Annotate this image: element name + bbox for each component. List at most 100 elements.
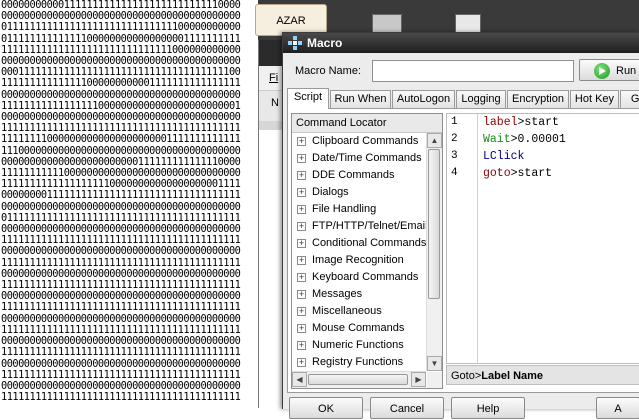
tab-script[interactable]: Script <box>287 88 329 109</box>
macro-name-input[interactable] <box>372 60 574 82</box>
script-argument: >start <box>510 167 553 180</box>
command-category-label: Messages <box>312 288 363 300</box>
script-line[interactable]: Wait>0.00001 <box>483 131 566 148</box>
script-line[interactable]: LClick <box>483 148 566 165</box>
command-hint-param: Label Name <box>481 370 544 382</box>
command-category-item[interactable]: + Numeric Functions <box>292 337 426 354</box>
command-category-label: Miscellaneous <box>312 305 382 317</box>
command-category-label: Registry Functions <box>312 356 404 368</box>
macro-app-icon <box>288 36 302 50</box>
command-category-item[interactable]: + Miscellaneous <box>292 303 426 320</box>
command-category-item[interactable]: + Image Recognition <box>292 252 426 269</box>
expand-plus-icon[interactable]: + <box>297 324 306 333</box>
tab-group[interactable]: Gro <box>620 90 639 108</box>
script-argument: >start <box>517 116 559 129</box>
expand-plus-icon[interactable]: + <box>297 222 306 231</box>
script-panel: Command Locator + Clipboard Commands + Date… <box>287 108 639 393</box>
macro-tabs: Script Run When AutoLogon Logging Encryp… <box>287 88 639 109</box>
line-number: 3 <box>451 150 458 162</box>
run-button[interactable]: Run <box>579 59 639 81</box>
script-command: LClick <box>483 150 525 163</box>
binary-text: 0000000000011111111111111111111111111100… <box>1 0 241 404</box>
scroll-up-icon[interactable]: ▲ <box>427 133 442 148</box>
command-category-item[interactable]: + Clipboard Commands <box>292 133 426 150</box>
expand-plus-icon[interactable]: + <box>297 171 306 180</box>
vscroll-thumb[interactable] <box>428 149 440 299</box>
command-category-item[interactable]: + Registry Functions <box>292 354 426 371</box>
line-number: 4 <box>451 167 458 179</box>
line-number: 2 <box>451 133 458 145</box>
command-category-item[interactable]: + Date/Time Commands <box>292 150 426 167</box>
command-category-label: Date/Time Commands <box>312 152 422 164</box>
extra-button[interactable]: A <box>596 397 639 419</box>
expand-plus-icon[interactable]: + <box>297 273 306 282</box>
expand-plus-icon[interactable]: + <box>297 358 306 367</box>
command-category-label: DDE Commands <box>312 169 395 181</box>
command-category-item[interactable]: + Dialogs <box>292 184 426 201</box>
command-category-item[interactable]: + FTP/HTTP/Telnet/Email <box>292 218 426 235</box>
script-command: label <box>483 116 518 129</box>
macro-name-label: Macro Name: <box>295 65 362 77</box>
command-category-label: Dialogs <box>312 186 349 198</box>
command-category-item[interactable]: + Keyboard Commands <box>292 269 426 286</box>
command-hint-prefix: Goto> <box>451 370 482 382</box>
macro-titlebar[interactable]: Macro <box>283 33 639 53</box>
scroll-left-icon[interactable]: ◀ <box>292 372 307 387</box>
help-button[interactable]: Help <box>451 397 525 419</box>
macro-name-row: Macro Name: Run <box>283 55 639 87</box>
script-editor[interactable]: 1234 label>start Wait>0.00001 LClick goto>s… <box>446 113 639 364</box>
command-category-label: Clipboard Commands <box>312 135 419 147</box>
tab-logging[interactable]: Logging <box>456 90 506 108</box>
command-category-item[interactable]: + Conditional Commands <box>292 235 426 252</box>
run-label: Run <box>616 65 637 77</box>
expand-plus-icon[interactable]: + <box>297 341 306 350</box>
tab-run-when[interactable]: Run When <box>330 90 391 108</box>
command-category-label: Conditional Commands <box>312 237 426 249</box>
scroll-down-icon[interactable]: ▼ <box>427 356 442 371</box>
command-category-label: Keyboard Commands <box>312 271 419 283</box>
command-locator: Command Locator + Clipboard Commands + Date… <box>291 113 443 389</box>
scroll-right-icon[interactable]: ▶ <box>411 372 426 387</box>
tab-encryption[interactable]: Encryption <box>507 90 569 108</box>
command-category-item[interactable]: + Messages <box>292 286 426 303</box>
command-list-vscrollbar[interactable]: ▲ ▼ <box>426 133 442 371</box>
expand-plus-icon[interactable]: + <box>297 205 306 214</box>
script-code[interactable]: label>start Wait>0.00001 LClick goto>start <box>483 114 566 182</box>
expand-plus-icon[interactable]: + <box>297 256 306 265</box>
ok-button[interactable]: OK <box>289 397 363 419</box>
line-number: 1 <box>451 116 458 128</box>
command-category-label: Image Recognition <box>312 254 404 266</box>
script-argument: >0.00001 <box>510 133 566 146</box>
script-line[interactable]: goto>start <box>483 165 566 182</box>
tab-autologon[interactable]: AutoLogon <box>392 90 455 108</box>
script-command: goto <box>483 167 511 180</box>
binary-text-area: 0000000000011111111111111111111111111100… <box>0 0 258 408</box>
menu-file-label: Fi <box>269 72 279 84</box>
command-category-item[interactable]: + Mouse Commands <box>292 320 426 337</box>
macro-title: Macro <box>307 36 343 50</box>
hscroll-thumb[interactable] <box>308 374 408 385</box>
script-command: Wait <box>483 133 511 146</box>
tab-hot-key[interactable]: Hot Key <box>570 90 619 108</box>
expand-plus-icon[interactable]: + <box>297 239 306 248</box>
command-list-hscrollbar[interactable]: ◀ ▶ <box>292 371 426 388</box>
script-line[interactable]: label>start <box>483 114 566 131</box>
play-icon <box>594 63 610 79</box>
expand-plus-icon[interactable]: + <box>297 290 306 299</box>
macro-window: Macro Macro Name: Run Script Run When Au… <box>282 32 639 419</box>
scroll-corner <box>427 372 442 388</box>
expand-plus-icon[interactable]: + <box>297 137 306 146</box>
command-hint: Goto>Label Name <box>446 365 639 385</box>
cancel-button[interactable]: Cancel <box>370 397 444 419</box>
command-category-label: File Handling <box>312 203 377 215</box>
command-category-label: FTP/HTTP/Telnet/Email <box>312 220 426 232</box>
command-list: + Clipboard Commands + Date/Time Commands + D… <box>292 133 426 371</box>
command-category-item[interactable]: + File Handling <box>292 201 426 218</box>
background-toolbar-label: N <box>271 97 279 109</box>
expand-plus-icon[interactable]: + <box>297 188 306 197</box>
expand-plus-icon[interactable]: + <box>297 307 306 316</box>
command-category-label: Numeric Functions <box>312 339 404 351</box>
command-category-item[interactable]: + DDE Commands <box>292 167 426 184</box>
expand-plus-icon[interactable]: + <box>297 154 306 163</box>
line-number-gutter: 1 2 3 4 <box>447 114 478 363</box>
